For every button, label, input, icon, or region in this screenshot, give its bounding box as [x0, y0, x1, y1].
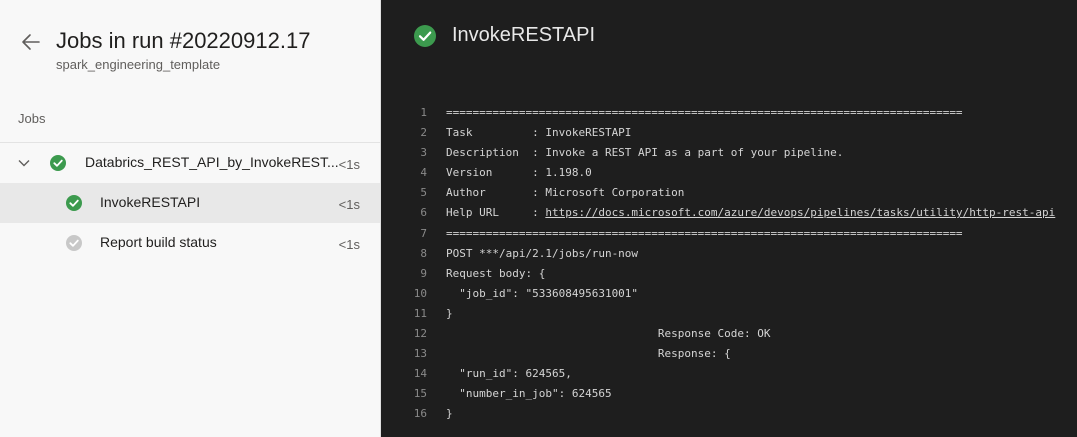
success-check-icon	[66, 195, 82, 211]
line-number: 16	[413, 407, 427, 421]
log-text: Task : InvokeRESTAPI	[446, 126, 632, 140]
log-line: 8 POST ***/api/2.1/jobs/run-now	[409, 244, 1055, 264]
job-item-label: InvokeRESTAPI	[100, 194, 201, 210]
log-text: POST ***/api/2.1/jobs/run-now	[446, 246, 639, 260]
job-item-label: Report build status	[100, 234, 217, 250]
line-number: 4	[420, 166, 427, 180]
log-line: 15 "number_in_job": 624565	[409, 384, 1055, 404]
log-output: 1 =======================================…	[409, 103, 1056, 425]
log-title: InvokeRESTAPI	[452, 24, 596, 46]
pending-check-icon	[66, 235, 82, 251]
log-line: 5 Author : Microsoft Corporation	[409, 183, 1055, 203]
log-text: "number_in_job": 624565	[446, 387, 612, 401]
log-text: Response: {	[446, 347, 731, 361]
line-number: 14	[413, 367, 427, 381]
log-text: "job_id": "533608495631001"	[446, 286, 639, 300]
app-root: Jobs in run #20220912.17 spark_engineeri…	[0, 0, 1077, 437]
log-header: InvokeRESTAPI	[414, 24, 595, 47]
line-number: 1	[420, 106, 427, 119]
back-arrow-icon[interactable]	[20, 31, 42, 53]
log-line: 9 Request body: {	[409, 264, 1055, 284]
sidebar-header: Jobs in run #20220912.17 spark_engineeri…	[20, 26, 310, 72]
line-number: 9	[420, 266, 427, 280]
log-line: 10 "job_id": "533608495631001"	[409, 284, 1055, 304]
log-text: Response Code: OK	[446, 327, 771, 341]
log-line: 1 =======================================…	[409, 103, 1055, 123]
log-text: Version : 1.198.0	[446, 166, 592, 180]
page-title: Jobs in run #20220912.17	[56, 28, 311, 53]
log-line: 16}	[409, 404, 1055, 424]
line-number: 15	[413, 387, 427, 401]
jobs-section-label: Jobs	[18, 111, 46, 126]
line-number: 7	[420, 226, 427, 240]
line-number: 12	[413, 327, 427, 341]
jobs-sidebar: Jobs in run #20220912.17 spark_engineeri…	[0, 0, 381, 437]
log-line: 3 Description : Invoke a REST API as a pa…	[409, 143, 1055, 163]
log-line: 6 Help URL : https://docs.microsoft.com/a…	[409, 203, 1055, 223]
log-text: ========================================…	[446, 106, 963, 119]
log-text: }	[446, 407, 453, 421]
parent-job-row[interactable]: Databrics_REST_API_by_InvokeREST... <1s	[0, 143, 380, 183]
log-line: 14 "run_id": 624565,	[409, 364, 1055, 384]
log-line: 12 Response Code: OK	[409, 324, 1055, 344]
log-text: }	[446, 306, 453, 320]
pipeline-name: spark_engineering_template	[56, 57, 221, 72]
log-text: Description : Invoke a REST API as a par…	[446, 146, 844, 160]
log-text: Help URL :	[446, 206, 546, 220]
line-number: 2	[420, 126, 427, 140]
log-text: "run_id": 624565,	[446, 367, 572, 381]
success-check-icon	[414, 24, 436, 47]
chevron-down-icon[interactable]	[18, 157, 30, 169]
log-line: 11}	[409, 304, 1055, 324]
line-number: 3	[420, 146, 427, 160]
line-number: 5	[420, 186, 427, 200]
line-number: 8	[420, 246, 427, 260]
job-item-invokerestapi[interactable]: InvokeRESTAPI <1s	[0, 183, 380, 223]
help-url-link[interactable]: https://docs.microsoft.com/azure/devops/…	[545, 203, 1055, 223]
log-text: ========================================…	[446, 226, 963, 240]
line-number: 13	[413, 347, 427, 361]
log-line: 2 Task : InvokeRESTAPI	[409, 123, 1055, 143]
log-line: 13 Response: {	[409, 344, 1055, 364]
job-item-duration: <1s	[338, 197, 360, 212]
line-number: 6	[420, 206, 427, 220]
log-line: 7 =======================================…	[409, 224, 1055, 244]
log-panel: InvokeRESTAPI 1 =========================…	[381, 0, 1077, 437]
line-number: 10	[413, 286, 427, 300]
job-item-duration: <1s	[338, 237, 360, 252]
log-text: Author : Microsoft Corporation	[446, 186, 685, 200]
line-number: 11	[413, 306, 427, 320]
parent-job-duration: <1s	[338, 157, 360, 172]
success-check-icon	[50, 155, 66, 171]
parent-job-name: Databrics_REST_API_by_InvokeREST...	[85, 154, 339, 170]
log-text: Request body: {	[446, 266, 546, 280]
log-line: 4 Version : 1.198.0	[409, 163, 1055, 183]
job-item-report-build-status[interactable]: Report build status <1s	[0, 223, 380, 263]
